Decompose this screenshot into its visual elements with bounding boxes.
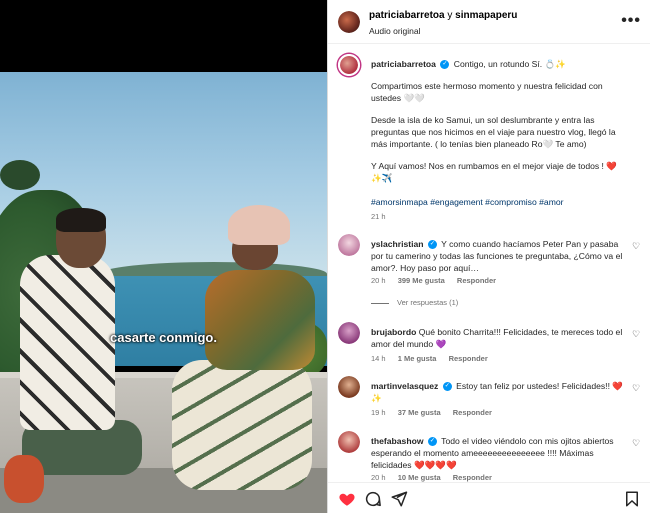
comment-meta: 20 h 10 Me gusta Responder [371,473,502,482]
header-user2[interactable]: sinmapaperu [455,10,517,21]
comment-likes[interactable]: 10 Me gusta [398,473,441,482]
post-side-panel: patriciabarretoa y sinmapaperu Audio ori… [327,0,650,513]
action-bar [328,482,650,513]
post-header: patriciabarretoa y sinmapaperu Audio ori… [328,0,650,44]
man-hair [56,208,106,232]
caption-headline: Contigo, un rotundo Sí. 💍✨ [453,59,566,69]
header-user1[interactable]: patriciabarretoa [369,10,445,21]
header-and: y [444,10,456,21]
caption-time: 21 h [371,212,386,221]
comment-like-icon[interactable]: ♡ [632,242,641,251]
comment-avatar[interactable] [338,376,360,398]
verified-badge-icon: ✓ [427,437,437,447]
verified-badge-icon: ✓ [440,60,450,70]
caption-hashtags[interactable]: #amorsinmapa #engagement #compromiso #am… [371,196,629,208]
comment-text: thefabashow ✓ Todo el video viéndolo con… [371,435,629,471]
comment-avatar[interactable] [338,234,360,256]
comment-meta: 14 h 1 Me gusta Responder [371,354,498,363]
comment-time: 14 h [371,354,386,363]
comment-likes[interactable]: 399 Me gusta [398,276,445,285]
caption-paragraph-2: Desde la isla de ko Samui, un sol deslum… [371,115,616,149]
comment-time: 20 h [371,473,386,482]
comment-like-icon[interactable]: ♡ [632,330,641,339]
header-avatar[interactable] [338,11,360,33]
woman-scarf [205,270,315,370]
reply-button[interactable]: Responder [449,354,488,363]
share-icon[interactable] [390,490,408,508]
comment-icon[interactable] [364,490,382,508]
bookmark-icon[interactable] [623,490,641,508]
comment-username[interactable]: thefabashow [371,436,424,446]
comment-like-icon[interactable]: ♡ [632,384,641,393]
caption-paragraph-3: Y Aquí vamos! Nos en rumbamos en el mejo… [371,161,618,183]
comment-text: yslachristian ✓ Y como cuando hacíamos P… [371,238,629,274]
post-media[interactable]: casarte conmigo. [0,0,327,513]
comments-list[interactable]: patriciabarretoa ✓ Contigo, un rotundo S… [328,44,650,482]
comment-avatar[interactable] [338,322,360,344]
caption-paragraph-1: Compartimos este hermoso momento y nuest… [371,81,603,103]
reply-button[interactable]: Responder [453,473,492,482]
comment-username[interactable]: martinvelasquez [371,381,438,391]
video-caption: casarte conmigo. [110,330,217,345]
man-shoe [4,455,44,503]
caption-author[interactable]: patriciabarretoa [371,59,436,69]
comment-likes[interactable]: 37 Me gusta [398,408,441,417]
reply-button[interactable]: Responder [453,408,492,417]
header-usernames: patriciabarretoa y sinmapaperu [369,10,517,21]
verified-badge-icon: ✓ [427,240,437,250]
reply-button[interactable]: Responder [457,276,496,285]
comment-like-icon[interactable]: ♡ [632,439,641,448]
comment-time: 20 h [371,276,386,285]
comment-time: 19 h [371,408,386,417]
audio-label[interactable]: Audio original [369,26,421,36]
comment-username[interactable]: yslachristian [371,239,424,249]
comment-username[interactable]: brujabordo [371,327,416,337]
woman-hat [228,205,290,245]
comment-text: brujabordo Qué bonito Charrita!!! Felici… [371,326,629,350]
replies-line [371,302,389,304]
comment-meta: 19 h 37 Me gusta Responder [371,408,502,417]
author-avatar[interactable] [338,54,360,76]
heart-filled-icon[interactable] [338,490,356,508]
comment-avatar[interactable] [338,431,360,453]
view-replies-button[interactable]: Ver respuestas (1) [371,298,458,307]
comment-text: martinvelasquez ✓ Estoy tan feliz por us… [371,380,629,404]
caption-first-line: patriciabarretoa ✓ Contigo, un rotundo S… [371,58,629,70]
palm-tree [0,160,40,190]
verified-badge-icon: ✓ [442,382,452,392]
view-replies-label: Ver respuestas (1) [397,298,459,307]
more-horizontal-icon[interactable]: ••• [621,12,641,30]
comment-meta: 20 h 399 Me gusta Responder [371,276,506,285]
woman-pants [172,360,312,490]
comment-likes[interactable]: 1 Me gusta [398,354,437,363]
